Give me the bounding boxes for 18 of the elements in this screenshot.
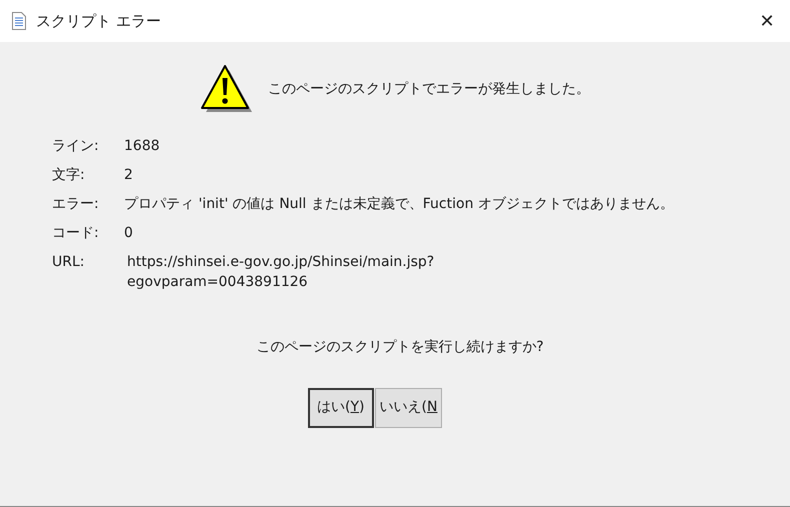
detail-label: ライン: — [52, 137, 100, 156]
window-title: スクリプト エラー — [36, 10, 161, 32]
yes-button[interactable]: はい(Y) — [308, 388, 374, 428]
error-message: このページのスクリプトでエラーが発生しました。 — [268, 80, 590, 98]
detail-label: URL: — [52, 253, 86, 272]
document-icon — [12, 12, 26, 30]
detail-label: エラー: — [52, 195, 100, 214]
detail-value: 1688 — [124, 137, 161, 156]
no-button[interactable]: いいえ(N — [374, 388, 442, 428]
close-button[interactable]: ✕ — [744, 0, 790, 42]
question-text: このページのスクリプトを実行し続けますか? — [256, 338, 544, 355]
detail-value: https://shinsei.e-gov.go.jp/Shinsei/main.jsp? egovparam=0043891126 — [126, 253, 436, 292]
detail-value: プロパティ 'init' の値は Null または未定義で、Fuction オブジェクトではありません。 — [124, 195, 675, 214]
detail-label: 文字: — [52, 166, 86, 185]
warning-icon — [200, 64, 254, 114]
detail-label: コード: — [52, 224, 100, 243]
detail-value: 0 — [124, 224, 134, 243]
detail-value: 2 — [124, 166, 134, 185]
